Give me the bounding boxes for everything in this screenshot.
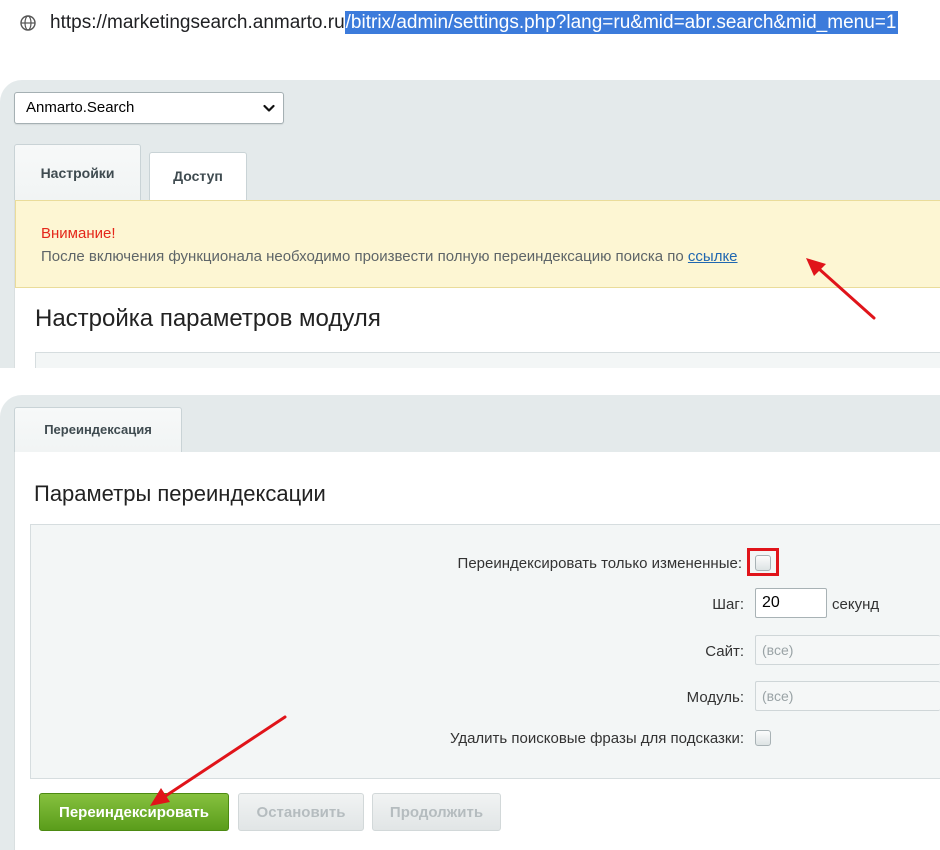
settings-content: Внимание! После включения функционала не… bbox=[14, 200, 940, 368]
step-label: Шаг: bbox=[712, 596, 744, 613]
continue-button[interactable]: Продолжить bbox=[372, 793, 501, 831]
warning-title: Внимание! bbox=[41, 225, 116, 242]
chevron-down-icon bbox=[263, 104, 275, 112]
address-bar[interactable]: https://marketingsearch.anmarto.ru/bitri… bbox=[0, 0, 940, 46]
settings-form-area bbox=[35, 352, 940, 368]
module-settings-panel: Anmarto.Search Настройки Доступ Внимание… bbox=[0, 80, 940, 368]
delete-phrases-checkbox[interactable] bbox=[755, 730, 771, 746]
reindex-panel: Переиндексация Параметры переиндексации bbox=[0, 395, 940, 850]
reindex-button[interactable]: Переиндексировать bbox=[39, 793, 229, 831]
module-select[interactable]: Anmarto.Search bbox=[14, 92, 284, 124]
section-title: Настройка параметров модуля bbox=[35, 305, 381, 332]
tab-settings[interactable]: Настройки bbox=[14, 144, 141, 200]
tab-settings-label: Настройки bbox=[40, 165, 115, 181]
tab-reindex[interactable]: Переиндексация bbox=[14, 407, 182, 452]
reindex-params-title: Параметры переиндексации bbox=[34, 481, 326, 506]
step-input[interactable]: 20 bbox=[755, 588, 827, 618]
warning-text: После включения функционала необходимо п… bbox=[41, 248, 738, 265]
warning-box: Внимание! После включения функционала не… bbox=[15, 200, 940, 288]
site-select[interactable]: (все) bbox=[755, 635, 940, 665]
reindex-link[interactable]: ссылке bbox=[688, 248, 738, 265]
url-text[interactable]: https://marketingsearch.anmarto.ru/bitri… bbox=[50, 10, 899, 36]
stop-button[interactable]: Остановить bbox=[238, 793, 364, 831]
highlight-box bbox=[747, 548, 779, 576]
tab-reindex-label: Переиндексация bbox=[44, 422, 152, 437]
url-selected-path: /bitrix/admin/settings.php?lang=ru&mid=a… bbox=[344, 11, 899, 34]
delete-phrases-label: Удалить поисковые фразы для подсказки: bbox=[449, 730, 744, 747]
module-filter-select[interactable]: (все) bbox=[755, 681, 940, 711]
module-label: Модуль: bbox=[686, 689, 744, 706]
tab-access[interactable]: Доступ bbox=[149, 152, 247, 200]
url-host: https://marketingsearch.anmarto.ru bbox=[50, 12, 345, 33]
tab-access-label: Доступ bbox=[173, 168, 223, 184]
module-select-value: Anmarto.Search bbox=[26, 99, 135, 116]
warning-message: После включения функционала необходимо п… bbox=[41, 248, 684, 265]
step-unit: секунд bbox=[832, 596, 880, 613]
only-changed-label: Переиндексировать только измененные: bbox=[457, 555, 742, 572]
globe-icon bbox=[20, 15, 36, 31]
site-label: Сайт: bbox=[705, 643, 744, 660]
